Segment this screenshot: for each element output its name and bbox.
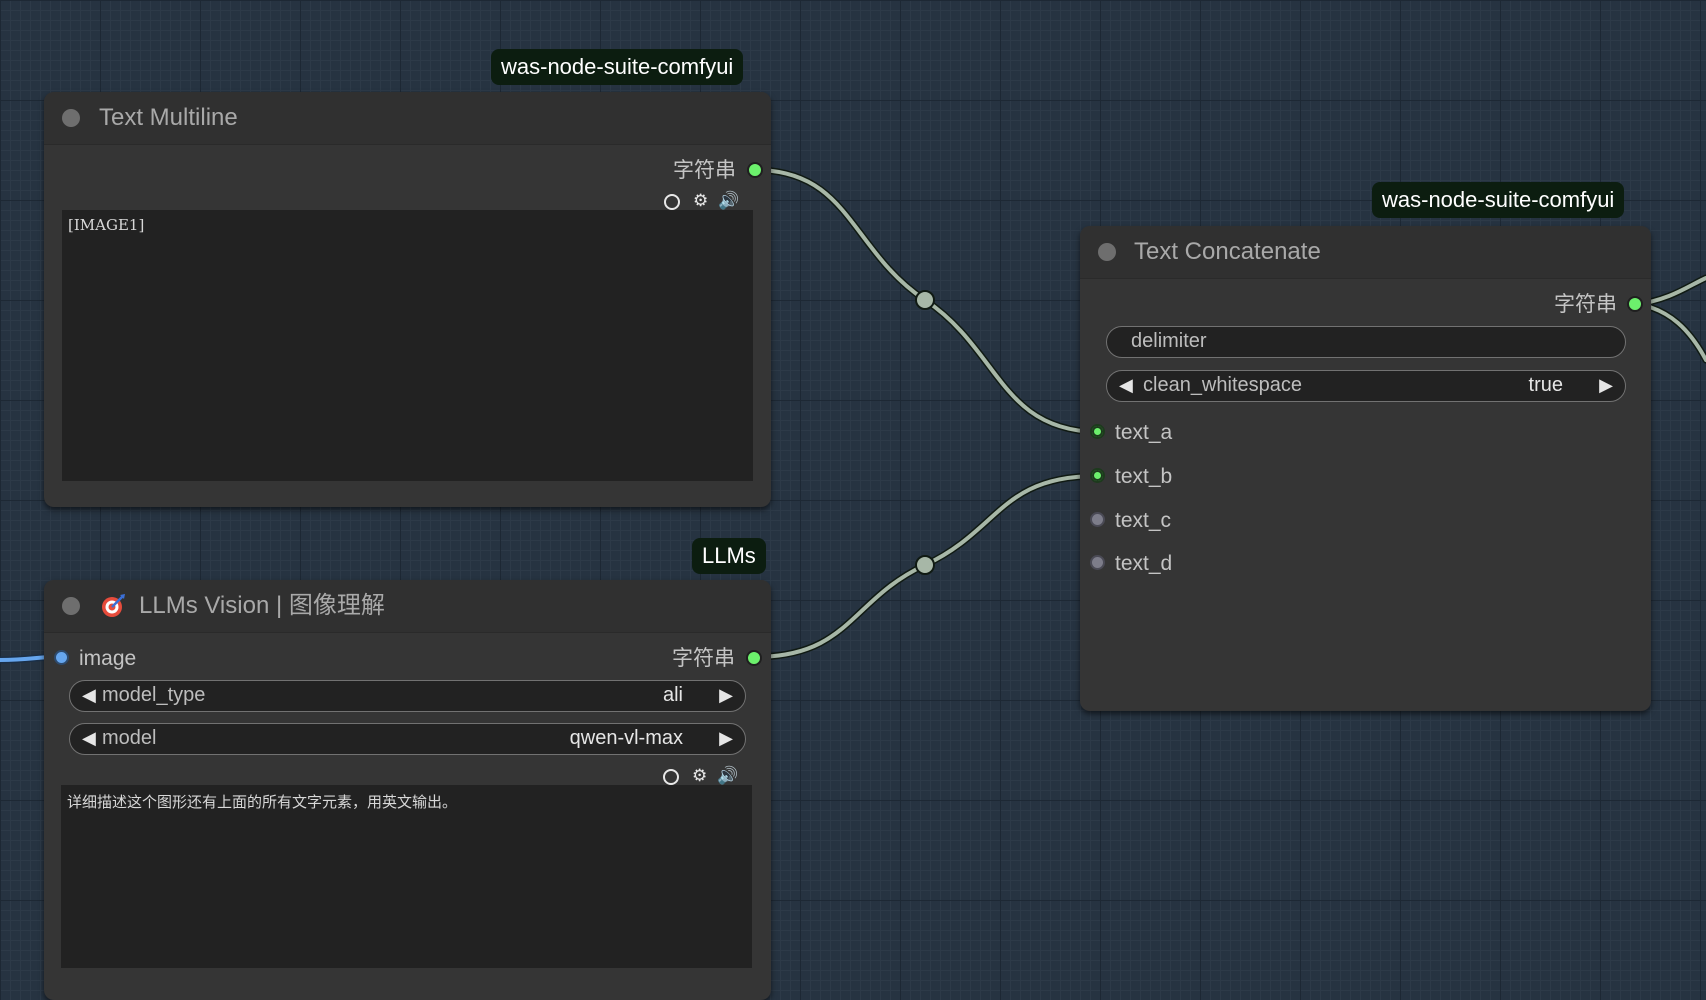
node-source-badge: was-node-suite-comfyui [491, 49, 744, 85]
target-icon [102, 594, 125, 617]
widget-toolbar: ⚙ 🔊 [663, 767, 743, 785]
increment-arrow-icon[interactable]: ▶ [719, 724, 733, 753]
text-multiline-node[interactable]: Text Multiline 字符串 ⚙ 🔊 [IMAGE1] [44, 92, 771, 507]
model-combo[interactable]: ◀ model qwen-vl-max ▶ [69, 723, 746, 755]
model-type-combo[interactable]: ◀ model_type ali ▶ [69, 680, 746, 712]
widget-value: qwen-vl-max [569, 727, 683, 749]
node-title-bar[interactable]: Text Multiline [44, 92, 771, 145]
input-label-text-c: text_c [1115, 509, 1172, 532]
clean-whitespace-toggle[interactable]: ◀ clean_whitespace true ▶ [1106, 370, 1626, 402]
widget-label: clean_whitespace [1143, 374, 1302, 396]
output-label: 字符串 [673, 159, 736, 182]
decrement-arrow-icon[interactable]: ◀ [82, 724, 96, 753]
output-label: 字符串 [1554, 293, 1617, 316]
increment-arrow-icon[interactable]: ▶ [1599, 371, 1613, 400]
collapse-toggle[interactable] [62, 597, 80, 615]
collapse-toggle[interactable] [1098, 243, 1116, 261]
output-slot[interactable] [746, 650, 762, 666]
link-midpoint-a[interactable] [915, 290, 935, 310]
output-label: 字符串 [672, 647, 735, 670]
speaker-icon[interactable]: 🔊 [717, 767, 738, 785]
node-source-badge: was-node-suite-comfyui [1372, 182, 1625, 218]
prompt-input-area[interactable]: 详细描述这个图形还有上面的所有文字元素，用英文输出。 [61, 785, 752, 968]
input-label-text-d: text_d [1115, 552, 1173, 575]
input-label-image: image [79, 647, 137, 670]
collapse-toggle[interactable] [62, 109, 80, 127]
input-slot-text-a[interactable] [1090, 424, 1105, 439]
input-slot-image[interactable] [54, 650, 69, 665]
output-slot[interactable] [1627, 296, 1643, 312]
speaker-icon[interactable]: 🔊 [718, 192, 739, 210]
text-input-area[interactable]: [IMAGE1] [62, 210, 753, 481]
node-source-badge: LLMs [692, 538, 766, 574]
widget-toolbar: ⚙ 🔊 [664, 192, 744, 210]
input-slot-text-d[interactable] [1090, 555, 1105, 570]
widget-label: model_type [102, 684, 206, 706]
delimiter-field[interactable]: delimiter [1106, 326, 1626, 358]
llms-vision-node[interactable]: LLMs Vision | 图像理解 image 字符串 ◀ model_typ… [44, 580, 771, 1000]
widget-label: delimiter [1131, 330, 1207, 352]
circle-icon[interactable] [664, 194, 680, 210]
node-title: LLMs Vision | 图像理解 [139, 592, 385, 619]
node-title: Text Concatenate [1134, 238, 1321, 265]
link-midpoint-b[interactable] [915, 555, 935, 575]
input-slot-text-b[interactable] [1090, 468, 1105, 483]
increment-arrow-icon[interactable]: ▶ [719, 681, 733, 710]
input-label-text-a: text_a [1115, 421, 1173, 444]
gear-icon[interactable]: ⚙ [692, 767, 707, 785]
decrement-arrow-icon[interactable]: ◀ [82, 681, 96, 710]
circle-icon[interactable] [663, 769, 679, 785]
input-slot-text-c[interactable] [1090, 512, 1105, 527]
output-slot[interactable] [747, 162, 763, 178]
node-title: Text Multiline [99, 104, 238, 131]
widget-value: true [1528, 374, 1563, 396]
node-title-bar[interactable]: LLMs Vision | 图像理解 [44, 580, 771, 633]
input-label-text-b: text_b [1115, 465, 1173, 488]
gear-icon[interactable]: ⚙ [693, 192, 708, 210]
widget-label: model [102, 727, 157, 749]
text-concatenate-node[interactable]: Text Concatenate 字符串 delimiter ◀ clean_w… [1080, 226, 1651, 711]
decrement-arrow-icon[interactable]: ◀ [1119, 371, 1133, 400]
node-title-bar[interactable]: Text Concatenate [1080, 226, 1651, 279]
widget-value: ali [662, 684, 683, 706]
